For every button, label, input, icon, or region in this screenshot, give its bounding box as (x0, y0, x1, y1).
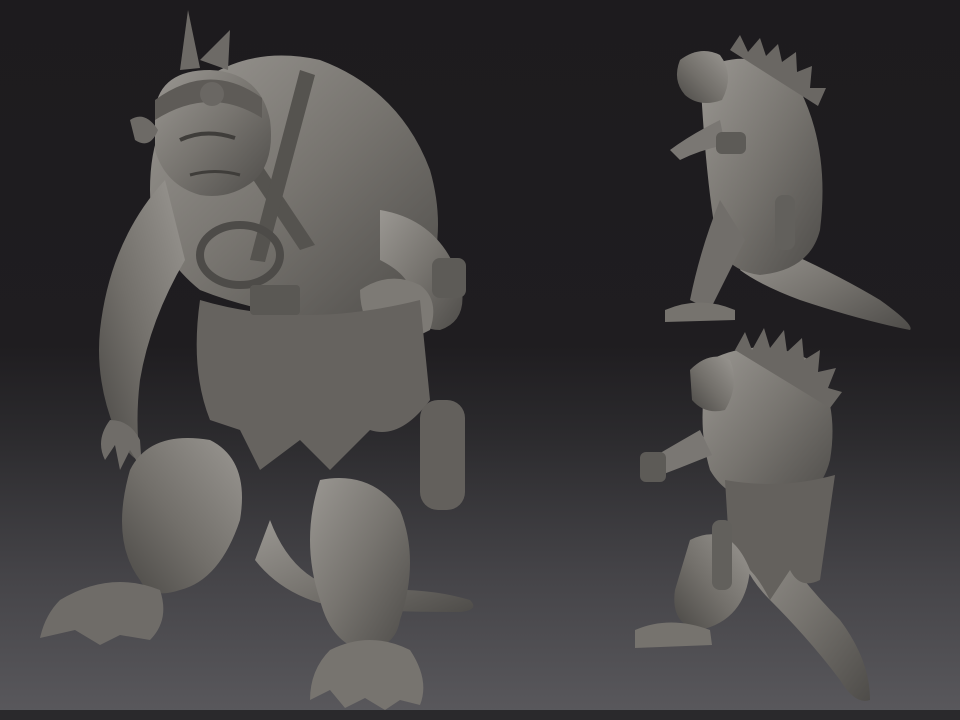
side-head (676, 51, 729, 104)
main-spike (200, 30, 230, 70)
main-wrist-band (432, 258, 466, 298)
main-left-leg (122, 438, 242, 594)
main-helmet-gem (200, 82, 224, 106)
main-spike (180, 10, 200, 70)
sculpt-viewport (0, 0, 960, 720)
main-loincloth (196, 300, 430, 470)
main-ear (130, 116, 158, 144)
side-hanging-pouch (775, 195, 795, 250)
main-hanging-pouch (420, 400, 465, 510)
side-foot (665, 302, 735, 322)
back-wrist-band (640, 452, 666, 482)
main-right-foot (310, 640, 424, 710)
back-three-quarter-figure (635, 328, 870, 701)
side-wrist-band (716, 132, 746, 154)
main-left-foot (40, 582, 164, 645)
main-left-arm (99, 180, 185, 460)
main-figure-front-view (40, 10, 474, 710)
back-hanging-pouch (712, 520, 732, 590)
main-right-leg (310, 478, 410, 650)
viewport-bottom-strip (0, 710, 960, 720)
side-profile-figure (665, 35, 911, 330)
main-belt (250, 285, 300, 315)
creature-sculpt-render (40, 10, 911, 710)
back-head (690, 356, 734, 412)
